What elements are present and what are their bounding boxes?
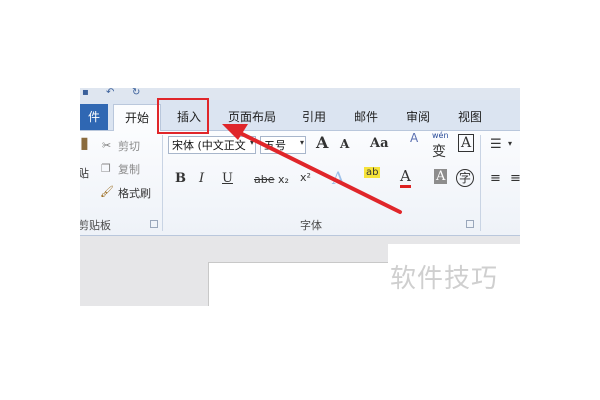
watermark-text: 软件技巧 xyxy=(390,264,499,294)
pointer-arrow xyxy=(222,124,402,214)
